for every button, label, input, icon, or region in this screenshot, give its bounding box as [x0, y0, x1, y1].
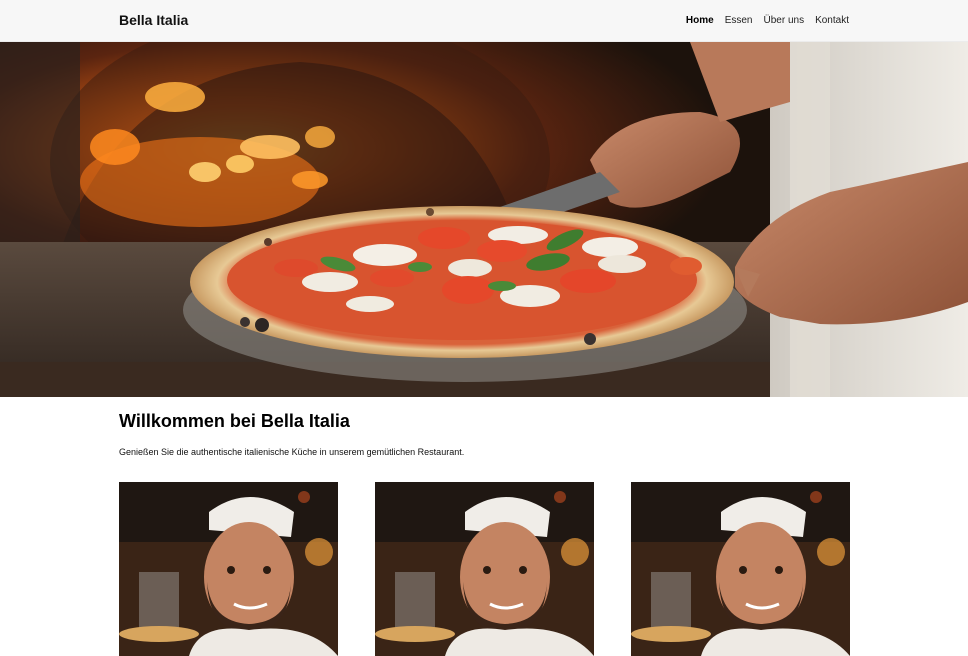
nav-ueber-uns[interactable]: Über uns [764, 15, 805, 26]
nav-home[interactable]: Home [686, 15, 714, 26]
chef-photo-card[interactable] [631, 482, 850, 656]
chef-photo-card[interactable] [119, 482, 338, 656]
page-title: Willkommen bei Bella Italia [119, 411, 350, 431]
brand-logo[interactable]: Bella Italia [119, 12, 188, 28]
chef-photo-card[interactable] [375, 482, 594, 656]
nav-essen[interactable]: Essen [725, 15, 753, 26]
chef-gallery [119, 482, 850, 656]
hero-image [0, 42, 968, 397]
chef-photo [631, 482, 850, 656]
chef-photo [375, 482, 594, 656]
main-nav: Home Essen Über uns Kontakt [686, 15, 849, 26]
chef-photo [119, 482, 338, 656]
site-header: Bella Italia Home Essen Über uns Kontakt [0, 0, 968, 42]
intro-text: Genießen Sie die authentische italienisc… [119, 447, 465, 457]
nav-kontakt[interactable]: Kontakt [815, 15, 849, 26]
